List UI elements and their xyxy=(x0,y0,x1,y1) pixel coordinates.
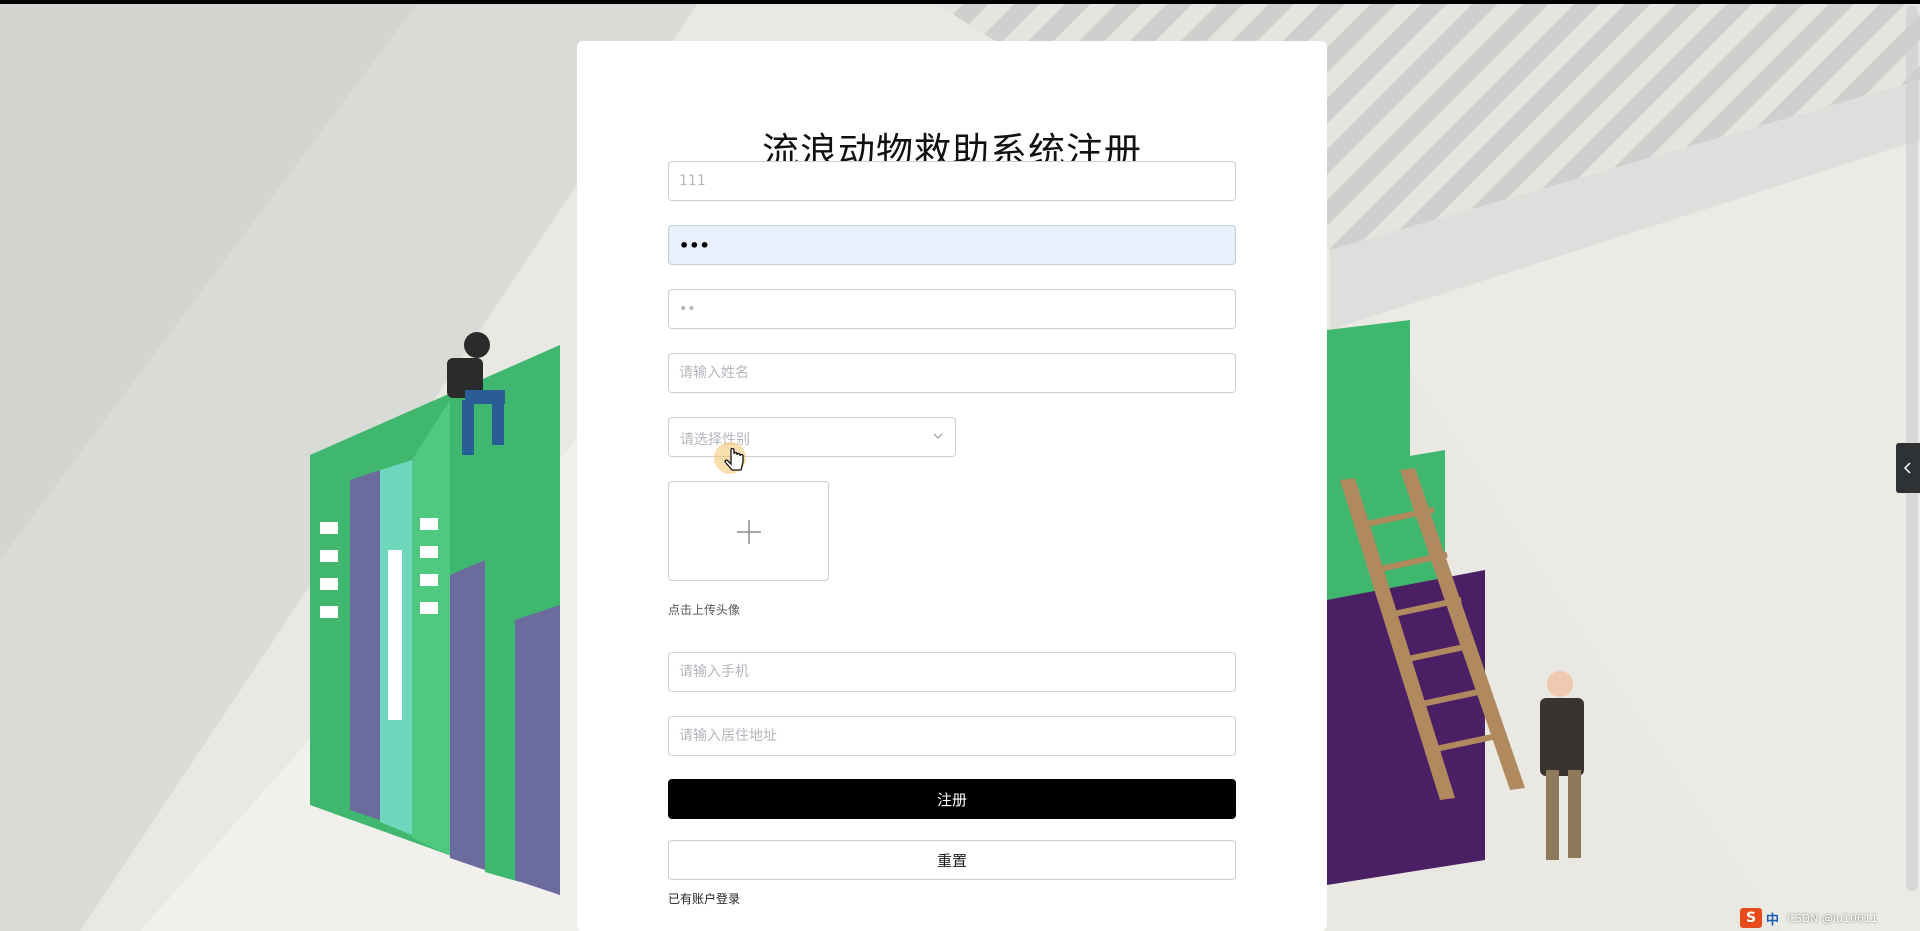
chevron-down-icon xyxy=(933,433,943,439)
login-link[interactable]: 已有账户登录 xyxy=(668,890,740,907)
register-card: 流浪动物救助系统注册 请选择性别 点击上传头像 注册 重置 已有账户登录 xyxy=(577,41,1327,931)
name-input[interactable] xyxy=(668,353,1236,393)
password-input[interactable] xyxy=(668,225,1236,265)
ime-logo[interactable]: S xyxy=(1740,908,1762,928)
address-input[interactable] xyxy=(668,716,1236,756)
confirm-password-input[interactable] xyxy=(668,289,1236,329)
avatar-upload-hint: 点击上传头像 xyxy=(668,603,741,617)
top-border xyxy=(0,0,1920,4)
watermark: CSDN @lu10611 xyxy=(1787,911,1878,925)
chevron-left-icon xyxy=(1903,462,1911,474)
register-button[interactable]: 注册 xyxy=(668,779,1236,819)
hand-cursor-icon xyxy=(714,442,746,474)
reset-button[interactable]: 重置 xyxy=(668,840,1236,880)
avatar-upload[interactable] xyxy=(668,481,829,581)
ime-language[interactable]: 中 xyxy=(1766,909,1779,928)
side-panel-toggle[interactable] xyxy=(1896,443,1920,493)
username-input[interactable] xyxy=(668,161,1236,201)
system-tray: S 中 CSDN @lu10611 xyxy=(1740,906,1878,930)
phone-input[interactable] xyxy=(668,652,1236,692)
plus-icon xyxy=(737,520,761,544)
